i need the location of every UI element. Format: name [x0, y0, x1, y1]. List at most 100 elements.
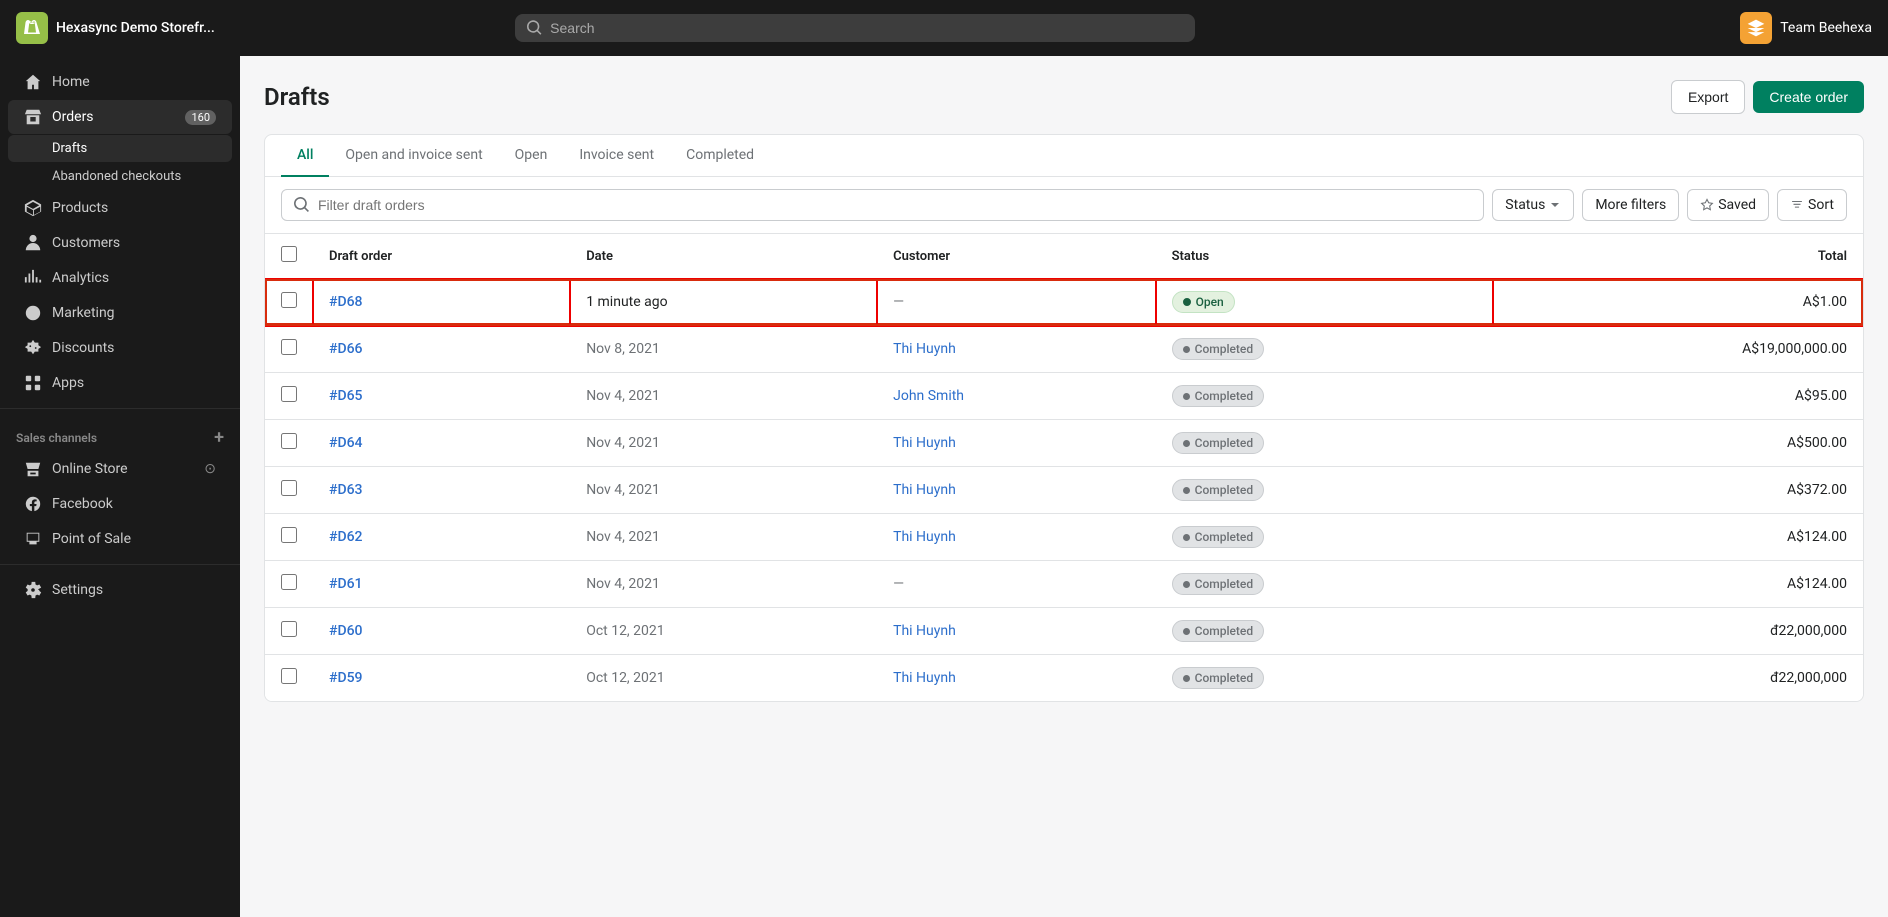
header-date: Date	[570, 234, 877, 279]
export-button[interactable]: Export	[1671, 80, 1745, 114]
order-link-d60[interactable]: #D60	[329, 623, 363, 639]
user-menu[interactable]: Team Beehexa	[1740, 12, 1872, 44]
sidebar-item-customers[interactable]: Customers	[8, 226, 232, 260]
order-link-d66[interactable]: #D66	[329, 341, 363, 357]
page-actions: Export Create order	[1671, 80, 1864, 114]
row-order-id: #D60	[313, 608, 570, 655]
row-date: Nov 4, 2021	[570, 373, 877, 420]
header-status: Status	[1156, 234, 1493, 279]
row-status: Completed	[1156, 373, 1493, 420]
status-filter-button[interactable]: Status	[1492, 189, 1574, 221]
settings-icon	[24, 581, 42, 599]
sidebar-item-orders[interactable]: Orders 160	[8, 100, 232, 134]
row-d66-checkbox[interactable]	[281, 339, 297, 355]
customer-link-d64[interactable]: Thi Huynh	[893, 435, 956, 451]
status-badge: Completed	[1172, 526, 1265, 548]
orders-badge: 160	[185, 110, 216, 125]
home-icon	[24, 73, 42, 91]
sidebar-item-discounts[interactable]: Discounts	[8, 331, 232, 365]
filter-search-icon	[294, 197, 310, 213]
sidebar-item-settings[interactable]: Settings	[8, 573, 232, 607]
order-link-d65[interactable]: #D65	[329, 388, 363, 404]
row-date: Nov 8, 2021	[570, 326, 877, 373]
row-d61-checkbox[interactable]	[281, 574, 297, 590]
create-order-button[interactable]: Create order	[1753, 81, 1864, 113]
row-d59-checkbox[interactable]	[281, 668, 297, 684]
sidebar-item-products[interactable]: Products	[8, 191, 232, 225]
sidebar-item-apps[interactable]: Apps	[8, 366, 232, 400]
search-input[interactable]	[550, 20, 1183, 36]
sidebar-item-home[interactable]: Home	[8, 65, 232, 99]
sort-button[interactable]: Sort	[1777, 189, 1847, 221]
row-d63-checkbox[interactable]	[281, 480, 297, 496]
row-d65-checkbox[interactable]	[281, 386, 297, 402]
sidebar-item-marketing[interactable]: Marketing	[8, 296, 232, 330]
tab-all[interactable]: All	[281, 135, 329, 177]
sidebar-label-pos: Point of Sale	[52, 531, 131, 547]
store-logo[interactable]: Hexasync Demo Storefr...	[16, 12, 236, 44]
sidebar-item-facebook[interactable]: Facebook	[8, 487, 232, 521]
order-link-d59[interactable]: #D59	[329, 670, 363, 686]
status-badge: Open	[1172, 291, 1235, 313]
tab-invoice-sent[interactable]: Invoice sent	[563, 135, 670, 177]
row-order-id: #D61	[313, 561, 570, 608]
sidebar-item-pos[interactable]: Point of Sale	[8, 522, 232, 556]
row-d60-checkbox[interactable]	[281, 621, 297, 637]
select-all-checkbox[interactable]	[281, 246, 297, 262]
add-sales-channel-button[interactable]: +	[214, 429, 224, 447]
sidebar-label-drafts: Drafts	[52, 141, 87, 156]
filter-input[interactable]	[318, 197, 1471, 213]
customer-link-d65[interactable]: John Smith	[893, 388, 964, 404]
row-d62-checkbox[interactable]	[281, 527, 297, 543]
row-status: Completed	[1156, 608, 1493, 655]
table-row: #D61Nov 4, 2021— CompletedA$124.00	[265, 561, 1863, 608]
order-link-d63[interactable]: #D63	[329, 482, 363, 498]
search-icon	[527, 20, 542, 36]
sidebar-item-abandoned-checkouts[interactable]: Abandoned checkouts	[8, 163, 232, 190]
tab-open-invoice[interactable]: Open and invoice sent	[329, 135, 498, 177]
row-customer: —	[877, 279, 1156, 326]
sidebar-divider-2	[0, 564, 240, 565]
sidebar-item-online-store[interactable]: Online Store ⊙	[8, 452, 232, 486]
tab-open[interactable]: Open	[499, 135, 564, 177]
more-filters-button[interactable]: More filters	[1582, 189, 1679, 221]
top-nav: Hexasync Demo Storefr... Team Beehexa	[0, 0, 1888, 56]
customer-link-d66[interactable]: Thi Huynh	[893, 341, 956, 357]
search-bar[interactable]	[515, 14, 1195, 42]
customer-link-d60[interactable]: Thi Huynh	[893, 623, 956, 639]
order-link-d62[interactable]: #D62	[329, 529, 363, 545]
online-store-view-icon[interactable]: ⊙	[204, 461, 216, 477]
row-date: Nov 4, 2021	[570, 561, 877, 608]
row-d68-checkbox[interactable]	[281, 292, 297, 308]
completed-dot	[1183, 675, 1190, 682]
header-checkbox-cell	[265, 234, 313, 279]
order-link-d64[interactable]: #D64	[329, 435, 363, 451]
row-status: Open	[1156, 279, 1493, 326]
marketing-icon	[24, 304, 42, 322]
row-customer: Thi Huynh	[877, 655, 1156, 702]
sidebar-item-analytics[interactable]: Analytics	[8, 261, 232, 295]
order-link-d68[interactable]: #D68	[329, 294, 363, 310]
order-link-d61[interactable]: #D61	[329, 576, 363, 592]
row-status: Completed	[1156, 326, 1493, 373]
row-date: Nov 4, 2021	[570, 514, 877, 561]
table-row: #D62Nov 4, 2021Thi Huynh CompletedA$124.…	[265, 514, 1863, 561]
saved-button[interactable]: Saved	[1687, 189, 1769, 221]
row-status: Completed	[1156, 420, 1493, 467]
table-row: #D681 minute ago— OpenA$1.00	[265, 279, 1863, 326]
sidebar-label-home: Home	[52, 74, 90, 90]
row-d64-checkbox[interactable]	[281, 433, 297, 449]
row-customer: Thi Huynh	[877, 608, 1156, 655]
row-order-id: #D64	[313, 420, 570, 467]
filter-search-container[interactable]	[281, 189, 1484, 221]
user-name: Team Beehexa	[1780, 20, 1872, 36]
sidebar-item-drafts[interactable]: Drafts	[8, 135, 232, 162]
tab-completed[interactable]: Completed	[670, 135, 770, 177]
customer-link-d59[interactable]: Thi Huynh	[893, 670, 956, 686]
main-content: Drafts Export Create order All Open and …	[240, 56, 1888, 917]
customer-link-d63[interactable]: Thi Huynh	[893, 482, 956, 498]
row-order-id: #D66	[313, 326, 570, 373]
customer-link-d62[interactable]: Thi Huynh	[893, 529, 956, 545]
sidebar-label-facebook: Facebook	[52, 496, 113, 512]
status-badge: Completed	[1172, 667, 1265, 689]
